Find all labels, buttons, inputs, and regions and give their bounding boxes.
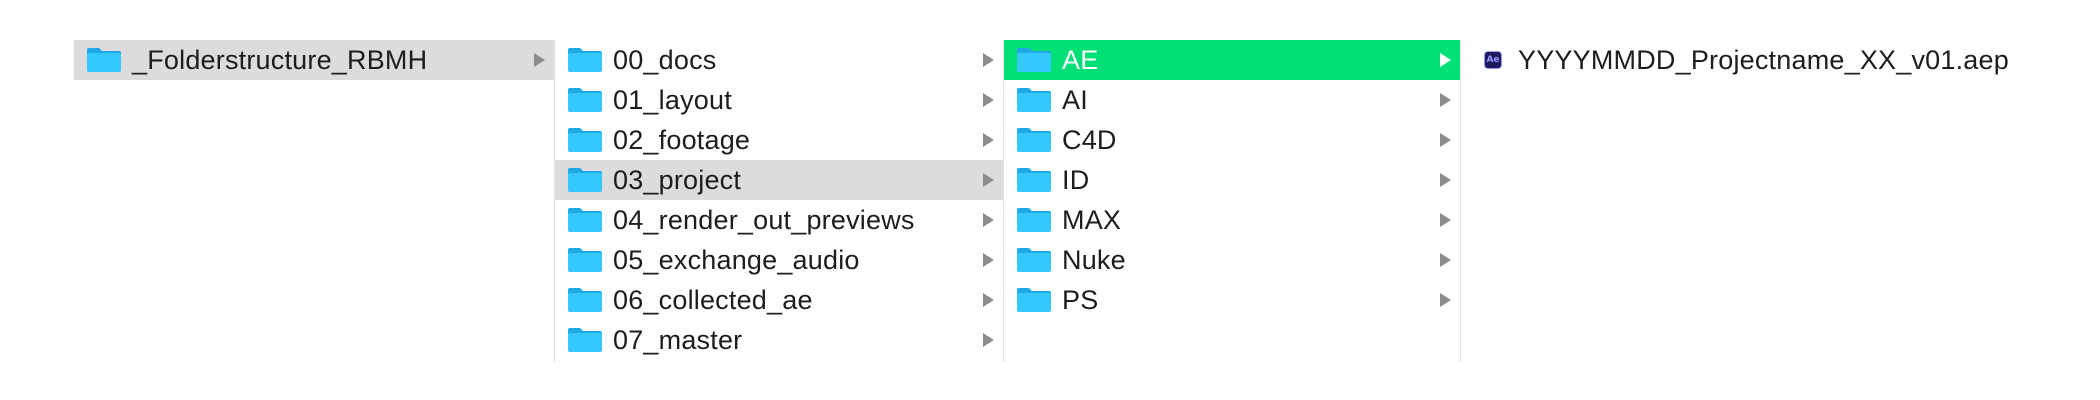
folder-icon (1016, 287, 1052, 313)
folder-02-footage[interactable]: 02_footage (555, 120, 1003, 160)
folder-nuke[interactable]: Nuke (1004, 240, 1460, 280)
folder-icon (1016, 47, 1052, 73)
chevron-right-icon (1440, 213, 1451, 227)
folder-04-render-out-previews[interactable]: 04_render_out_previews (555, 200, 1003, 240)
folder-label: AE (1062, 44, 1099, 75)
folder-label: 03_project (613, 164, 742, 195)
folder-05-exchange-audio[interactable]: 05_exchange_audio (555, 240, 1003, 280)
folder-03-project[interactable]: 03_project (555, 160, 1003, 200)
folder-01-layout[interactable]: 01_layout (555, 80, 1003, 120)
folder-c4d[interactable]: C4D (1004, 120, 1460, 160)
folder-icon (567, 127, 603, 153)
folder-icon (1016, 127, 1052, 153)
folder-00-docs[interactable]: 00_docs (555, 40, 1003, 80)
folder-folderstructure-rbmh[interactable]: _Folderstructure_RBMH (74, 40, 554, 80)
folder-label: AI (1062, 84, 1088, 115)
folder-ai[interactable]: AI (1004, 80, 1460, 120)
folder-label: 06_collected_ae (613, 284, 813, 315)
folder-max[interactable]: MAX (1004, 200, 1460, 240)
chevron-right-icon (983, 213, 994, 227)
chevron-right-icon (983, 253, 994, 267)
chevron-right-icon (1440, 133, 1451, 147)
chevron-right-icon (1440, 93, 1451, 107)
folder-ae[interactable]: AE (1004, 40, 1460, 80)
chevron-right-icon (534, 53, 545, 67)
folder-icon (1016, 247, 1052, 273)
folder-label: C4D (1062, 124, 1117, 155)
folder-icon (567, 167, 603, 193)
chevron-right-icon (983, 173, 994, 187)
folder-label: 00_docs (613, 44, 717, 75)
chevron-right-icon (983, 93, 994, 107)
folder-label: MAX (1062, 204, 1122, 235)
folder-icon (1016, 87, 1052, 113)
folder-07-master[interactable]: 07_master (555, 320, 1003, 360)
folder-ps[interactable]: PS (1004, 280, 1460, 320)
folder-label: PS (1062, 284, 1099, 315)
file-aep[interactable]: Ae YYYYMMDD_Projectname_XX_v01.aep (1484, 40, 2084, 80)
file-label: YYYYMMDD_Projectname_XX_v01.aep (1518, 44, 2009, 75)
folder-icon (567, 247, 603, 273)
after-effects-file-icon: Ae (1484, 51, 1502, 69)
folder-label: _Folderstructure_RBMH (132, 44, 428, 75)
folder-label: 07_master (613, 324, 743, 355)
folder-06-collected-ae[interactable]: 06_collected_ae (555, 280, 1003, 320)
folder-id[interactable]: ID (1004, 160, 1460, 200)
chevron-right-icon (1440, 293, 1451, 307)
folder-label: Nuke (1062, 244, 1126, 275)
chevron-right-icon (1440, 53, 1451, 67)
folder-icon (86, 47, 122, 73)
folder-icon (1016, 207, 1052, 233)
folder-icon (567, 327, 603, 353)
folder-icon (567, 47, 603, 73)
folder-label: 02_footage (613, 124, 751, 155)
column-divider (1460, 40, 1461, 362)
folder-icon (1016, 167, 1052, 193)
folder-icon (567, 87, 603, 113)
chevron-right-icon (983, 133, 994, 147)
folder-label: 05_exchange_audio (613, 244, 860, 275)
chevron-right-icon (1440, 253, 1451, 267)
folder-label: ID (1062, 164, 1090, 195)
folder-icon (567, 207, 603, 233)
folder-label: 04_render_out_previews (613, 204, 915, 235)
folder-label: 01_layout (613, 84, 732, 115)
chevron-right-icon (983, 333, 994, 347)
chevron-right-icon (983, 53, 994, 67)
folder-icon (567, 287, 603, 313)
chevron-right-icon (983, 293, 994, 307)
chevron-right-icon (1440, 173, 1451, 187)
